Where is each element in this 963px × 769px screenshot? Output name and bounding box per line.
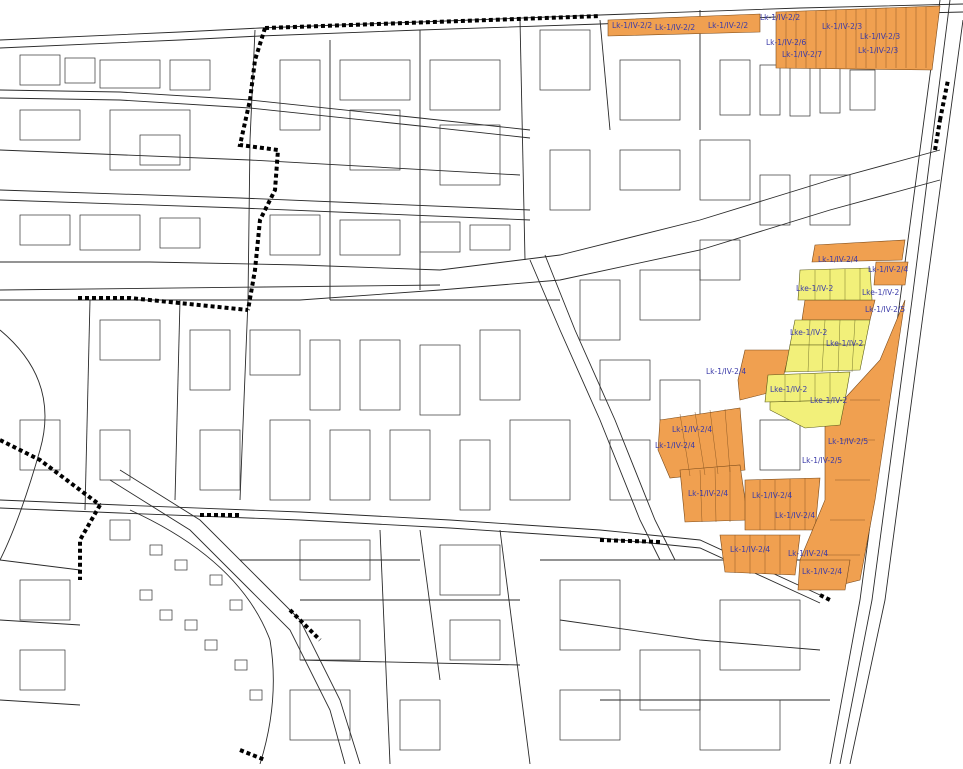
zone-label: Lk-1/IV-2/2 xyxy=(655,23,695,32)
zone-label: Lk-1/IV-2/4 xyxy=(706,367,746,376)
zone-label: Lke-1/IV-2 xyxy=(862,288,899,297)
zone-label: Lk-1/IV-2/4 xyxy=(655,441,695,450)
zone-label: Lk-1/IV-2/4 xyxy=(818,255,858,264)
zone-label: Lke-1/IV-2 xyxy=(770,385,807,394)
zone-label: Lk-1/IV-2/4 xyxy=(788,549,828,558)
zone-label: Lke-1/IV-2 xyxy=(796,284,833,293)
zone-label: Lk-1/IV-2/4 xyxy=(688,489,728,498)
zone-label: Lk-1/IV-2/3 xyxy=(822,22,862,31)
zoning-map[interactable]: Lk-1/IV-2/2 Lk-1/IV-2/2 Lk-1/IV-2/2 Lk-1/IV… xyxy=(0,0,963,765)
zone-label: Lk-1/IV-2/3 xyxy=(860,32,900,41)
orange-zones xyxy=(607,5,941,591)
zone-label: Lk-1/IV-2/7 xyxy=(782,50,822,59)
zone-label: Lk-1/IV-2/4 xyxy=(868,265,908,274)
zone-label: Lk-1/IV-2/3 xyxy=(858,46,898,55)
zone-label: Lke-1/IV-2 xyxy=(790,328,827,337)
zone-label: Lk-1/IV-2/2 xyxy=(760,13,800,22)
zone-label: Lke-1/IV-2 xyxy=(810,396,847,405)
zone-label: Lk-1/IV-2/5 xyxy=(828,437,868,446)
zone-label: Lk-1/IV-2/2 xyxy=(708,21,748,30)
zone-label: Lk-1/IV-2/6 xyxy=(766,38,806,47)
zone-label: Lk-1/IV-2/4 xyxy=(730,545,770,554)
zone-label: Lk-1/IV-2/4 xyxy=(752,491,792,500)
zone-label: Lk-1/IV-2/4 xyxy=(672,425,712,434)
zone-label: Lk-1/IV-2/2 xyxy=(612,21,652,30)
map-canvas: Lk-1/IV-2/2 Lk-1/IV-2/2 Lk-1/IV-2/2Lk-1/IV… xyxy=(0,0,963,765)
zone-label: Lke-1/IV-2 xyxy=(826,339,863,348)
zone-label: Lk-1/IV-2/4 xyxy=(802,567,842,576)
zone-label: Lk-1/IV-2/4 xyxy=(775,511,815,520)
zone-label: Lk-1/IV-2/5 xyxy=(865,305,905,314)
zone-label: Lk-1/IV-2/5 xyxy=(802,456,842,465)
